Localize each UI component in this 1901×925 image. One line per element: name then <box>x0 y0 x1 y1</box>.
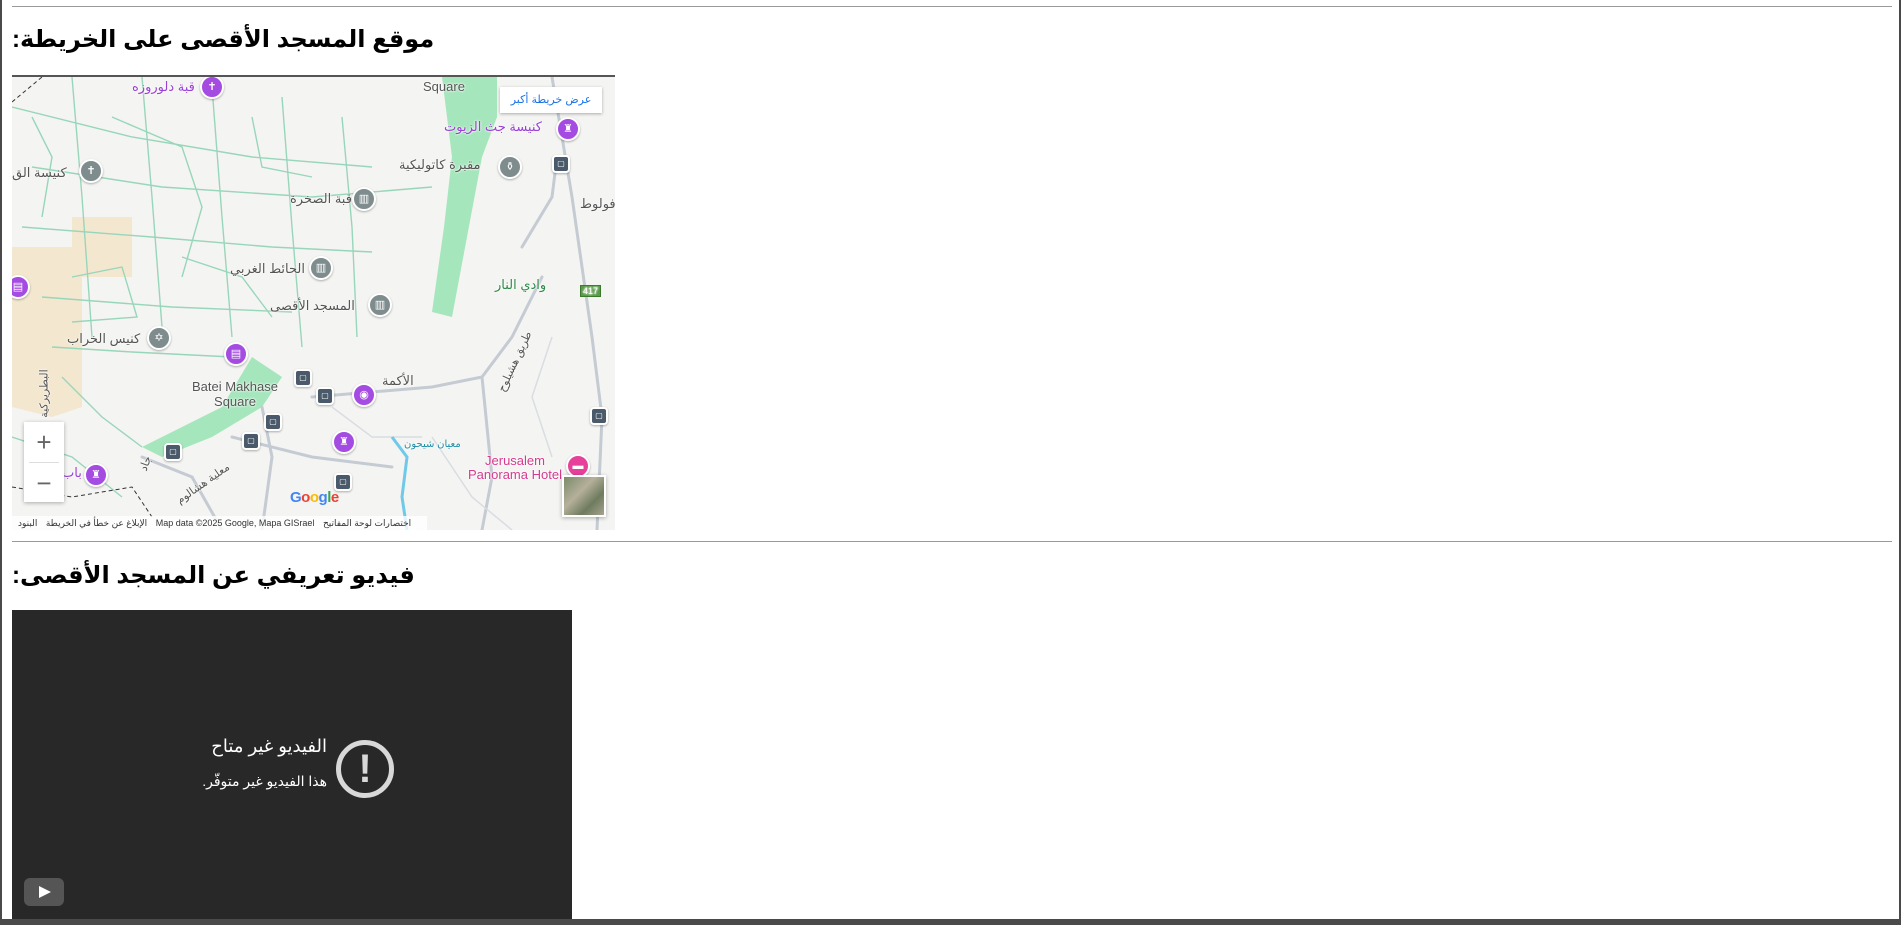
bus-stop-icon[interactable]: ▢ <box>552 155 570 173</box>
video-unavailable-subtitle: هذا الفيديو غير متوفّر. <box>202 773 327 789</box>
landmark-icon[interactable]: ▥ <box>368 293 392 317</box>
warning-icon: ! <box>336 740 394 798</box>
map-footer: الإبلاغ عن خطأ في الخريطة البنود Map dat… <box>12 516 427 530</box>
landmark-icon[interactable]: ▥ <box>309 256 333 280</box>
church-icon[interactable]: ♜ <box>556 117 580 141</box>
middle-divider <box>12 541 1892 542</box>
map-label-church-q[interactable]: كنيسة الق <box>12 165 67 181</box>
bus-stop-icon[interactable]: ▢ <box>590 407 608 425</box>
bus-stop-icon[interactable]: ▢ <box>242 432 260 450</box>
bus-stop-icon[interactable]: ▢ <box>164 443 182 461</box>
map-label-aqsa[interactable]: المسجد الأقصى <box>270 298 355 314</box>
map-label-dolorosa[interactable]: قبة دلوروزه <box>132 79 195 95</box>
video-heading: فيديو تعريفي عن المسجد الأقصى: <box>12 562 415 589</box>
map-label-hurva[interactable]: كنيس الخراب <box>67 331 140 347</box>
terms-link[interactable]: البنود <box>18 518 37 528</box>
gate-icon[interactable]: ♜ <box>84 463 108 487</box>
map-label-square[interactable]: Square <box>423 79 465 94</box>
bus-stop-icon[interactable]: ▢ <box>294 369 312 387</box>
map-label-akma[interactable]: الأكمة <box>382 373 414 389</box>
cemetery-icon[interactable]: ⚱ <box>498 155 522 179</box>
map-label-batei[interactable]: Batei Makhase Square <box>180 379 290 409</box>
zoom-controls: + − <box>24 422 64 502</box>
video-player[interactable]: الفيديو غير متاح هذا الفيديو غير متوفّر.… <box>12 610 572 919</box>
synagogue-icon[interactable]: ✡ <box>147 326 171 350</box>
map-heading: موقع المسجد الأقصى على الخريطة: <box>12 26 435 53</box>
landmark-icon[interactable]: ▥ <box>352 187 376 211</box>
bus-stop-icon[interactable]: ▢ <box>264 413 282 431</box>
map-label-foloot[interactable]: س فولوط <box>580 196 615 212</box>
map-label-wadi[interactable]: وادي النار <box>495 277 546 293</box>
map-label-ascent[interactable]: معيان شيحون <box>404 439 461 450</box>
view-larger-map-link[interactable]: عرض خريطة أكبر <box>500 87 602 113</box>
map-label-jerusalem-hotel[interactable]: Jerusalem Panorama Hotel <box>460 454 570 482</box>
map-label-dome-rock[interactable]: قبة الصخرة <box>290 191 352 207</box>
map-label-bab[interactable]: باب <box>62 465 82 481</box>
museum-icon[interactable]: ▤ <box>224 342 248 366</box>
zoom-out-button[interactable]: − <box>24 463 64 503</box>
embedded-map[interactable]: عرض خريطة أكبر Square كنيسة جث الزيوت ♜ … <box>12 75 615 530</box>
google-logo: Google <box>290 489 339 506</box>
church-icon[interactable]: ✝ <box>200 77 224 99</box>
map-data-attribution: Map data ©2025 Google, Mapa GISrael <box>155 518 315 528</box>
bus-stop-icon[interactable]: ▢ <box>316 387 334 405</box>
photo-icon[interactable]: ◉ <box>352 383 376 407</box>
church-icon[interactable]: ✝ <box>79 159 103 183</box>
report-error-link[interactable]: الإبلاغ عن خطأ في الخريطة <box>46 518 147 528</box>
top-divider <box>12 6 1892 7</box>
youtube-icon[interactable] <box>24 878 64 906</box>
keyboard-shortcuts-link[interactable]: اختصارات لوحة المفاتيح <box>323 518 411 528</box>
map-label-gethsemane[interactable]: كنيسة جث الزيوت <box>444 119 542 135</box>
map-label-western-wall[interactable]: الحائط الغربي <box>230 261 305 277</box>
map-label-patriarch[interactable]: البطريركية <box>38 369 51 417</box>
church-icon[interactable]: ♜ <box>332 430 356 454</box>
video-unavailable-title: الفيديو غير متاح <box>211 736 327 756</box>
map-label-catholic-tomb[interactable]: مقبرة كاتوليكية <box>399 157 481 173</box>
route-shield: 417 <box>580 285 602 297</box>
zoom-in-button[interactable]: + <box>24 422 64 462</box>
satellite-toggle[interactable] <box>562 475 606 517</box>
